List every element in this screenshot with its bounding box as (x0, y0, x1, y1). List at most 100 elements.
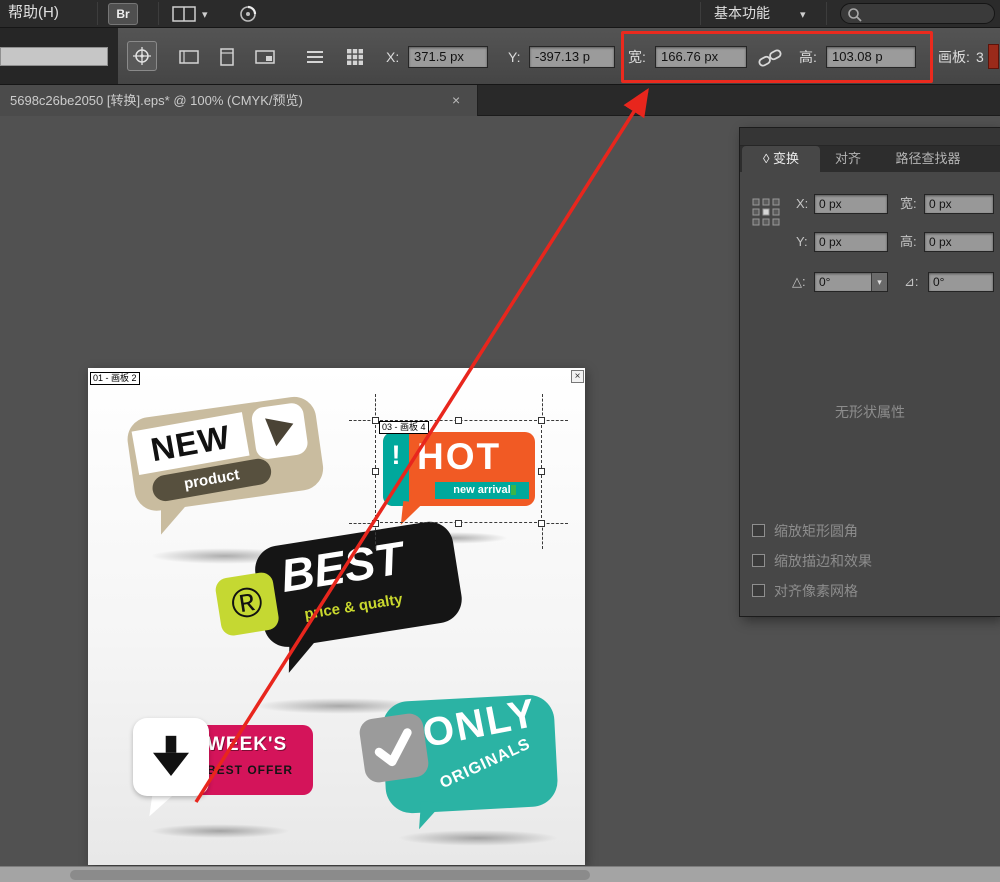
panel-x-label: X: (796, 194, 808, 214)
y-field[interactable]: -397.13 p (529, 46, 615, 68)
selection-handle[interactable] (372, 417, 379, 424)
document-setup-icon[interactable] (988, 44, 999, 69)
tab-transform-label: 变换 (773, 151, 799, 166)
selection-bounding-box (375, 420, 542, 523)
rotate-label: △: (792, 272, 806, 292)
panel-y-label: Y: (796, 232, 808, 252)
menu-separator (826, 2, 827, 25)
search-input[interactable] (865, 5, 989, 22)
x-label: X: (386, 46, 399, 68)
arrange-documents-button[interactable] (172, 6, 196, 27)
artboard-portrait-button[interactable] (214, 44, 240, 70)
artboard-landscape-icon (179, 49, 199, 65)
artboard-count-label: 画板: (938, 46, 970, 68)
tab-pathfinder[interactable]: 路径查找器 (876, 146, 980, 172)
tab-close-icon[interactable]: × (452, 85, 460, 116)
artboard-landscape-button[interactable] (176, 44, 202, 70)
tab-align[interactable]: 对齐 (822, 146, 874, 172)
arrange-documents-icon (172, 6, 196, 22)
panel-tabs: ◊ 变换 对齐 路径查找器 (740, 146, 1000, 172)
shear-field[interactable]: 0° (928, 272, 994, 292)
x-field[interactable]: 371.5 px (408, 46, 488, 68)
badge-new-tail (161, 505, 187, 535)
artboard-name-tag[interactable]: 01 - 画板 2 (90, 372, 140, 385)
illustrator-window: 帮助(H) Br ▾ 基本功能 ▾ (0, 0, 1000, 882)
tab-transform[interactable]: ◊ 变换 (742, 146, 820, 172)
panel-x-field[interactable]: 0 px (814, 194, 888, 214)
selection-handle[interactable] (455, 520, 462, 527)
artboard-options-button[interactable] (252, 44, 278, 70)
checkbox-scale-strokes-label: 缩放描边和效果 (774, 554, 872, 569)
workspace-switcher[interactable]: 基本功能 (714, 0, 770, 26)
panel-height-field[interactable]: 0 px (924, 232, 994, 252)
chevron-down-icon[interactable]: ▾ (202, 8, 208, 21)
rotate-value: 0° (819, 275, 830, 289)
badge-weeks-title: WEEK'S (207, 734, 287, 756)
bridge-button[interactable]: Br (108, 3, 138, 25)
badge-weeks[interactable]: WEEK'S BEST OFFER (133, 718, 318, 830)
selection-artboard-tag[interactable]: 03 - 画板 4 (379, 421, 429, 434)
selection-handle[interactable] (455, 417, 462, 424)
panel-width-field[interactable]: 0 px (924, 194, 994, 214)
checkbox-align-pixel-grid[interactable] (752, 584, 765, 597)
no-shape-properties-text: 无形状属性 (740, 402, 1000, 422)
selection-handle[interactable] (372, 468, 379, 475)
chevron-down-icon[interactable]: ▾ (800, 8, 806, 21)
panel-y-field[interactable]: 0 px (814, 232, 888, 252)
chevron-down-icon[interactable]: ▾ (871, 273, 887, 291)
document-title: 5698c26be2050 [转换].eps* @ 100% (CMYK/预览) (10, 85, 303, 116)
selection-handle[interactable] (538, 468, 545, 475)
shear-label: ⊿: (904, 272, 919, 292)
selection-guide (542, 420, 568, 421)
selection-handle[interactable] (372, 520, 379, 527)
artboard-count-value: 3 (976, 46, 984, 68)
rotate-combo[interactable]: 0° ▾ (814, 272, 888, 292)
cs-live-button[interactable] (238, 4, 258, 29)
badge-best-reg-icon: ® (214, 571, 280, 637)
menu-help[interactable]: 帮助(H) (8, 0, 59, 26)
search-icon (847, 7, 863, 23)
checkbox-scale-strokes[interactable] (752, 554, 765, 567)
highlight-box (621, 31, 933, 83)
reference-point-locator-icon[interactable] (752, 198, 780, 226)
artboard-close-icon[interactable]: × (571, 370, 584, 383)
badge-best-tail (289, 641, 316, 673)
menu-bar: 帮助(H) Br ▾ 基本功能 ▾ (0, 0, 1000, 28)
down-arrow-icon (153, 735, 189, 779)
selection-handle[interactable] (538, 417, 545, 424)
badge-only[interactable]: ONLY ORIGINALS (356, 690, 566, 840)
y-label: Y: (508, 46, 520, 68)
badge-weeks-arrow-box (133, 718, 209, 796)
panel-height-label: 高: (900, 232, 917, 252)
menu-separator (700, 2, 701, 25)
badge-new-arrow-icon (250, 402, 309, 461)
selection-guide (542, 523, 568, 524)
badge-only-tail (419, 801, 443, 830)
checkbox-scale-corners[interactable] (752, 524, 765, 537)
gray-swatch (0, 47, 108, 66)
menu-separator (158, 2, 159, 25)
horizontal-scrollbar[interactable] (0, 866, 1000, 882)
grid-view-button[interactable] (342, 44, 368, 70)
scrollbar-thumb[interactable] (70, 870, 590, 880)
badge-weeks-subtitle: BEST OFFER (207, 763, 293, 777)
grid-icon (346, 48, 364, 66)
transform-reference-button[interactable] (127, 41, 157, 71)
checkbox-scale-corners-label: 缩放矩形圆角 (774, 524, 858, 539)
panel-collapse-icon: ◊ (763, 151, 769, 166)
list-icon (306, 50, 324, 64)
cs-live-icon (238, 4, 258, 24)
check-icon (368, 722, 420, 774)
document-tab-bar: 5698c26be2050 [转换].eps* @ 100% (CMYK/预览)… (0, 85, 1000, 116)
transform-reference-icon (132, 46, 152, 66)
panel-width-label: 宽: (900, 194, 917, 214)
checkbox-align-pixel-grid-label: 对齐像素网格 (774, 584, 858, 599)
selection-handle[interactable] (538, 520, 545, 527)
search-box (840, 3, 995, 24)
menu-separator (97, 2, 98, 25)
transform-panel: ◊ 变换 对齐 路径查找器 X: 0 px 宽: 0 px Y: 0 px 高:… (740, 128, 1000, 616)
badge-only-check-box (358, 712, 430, 784)
document-tab[interactable]: 5698c26be2050 [转换].eps* @ 100% (CMYK/预览)… (0, 85, 478, 116)
list-view-button[interactable] (302, 44, 328, 70)
panel-grip[interactable] (740, 128, 1000, 146)
